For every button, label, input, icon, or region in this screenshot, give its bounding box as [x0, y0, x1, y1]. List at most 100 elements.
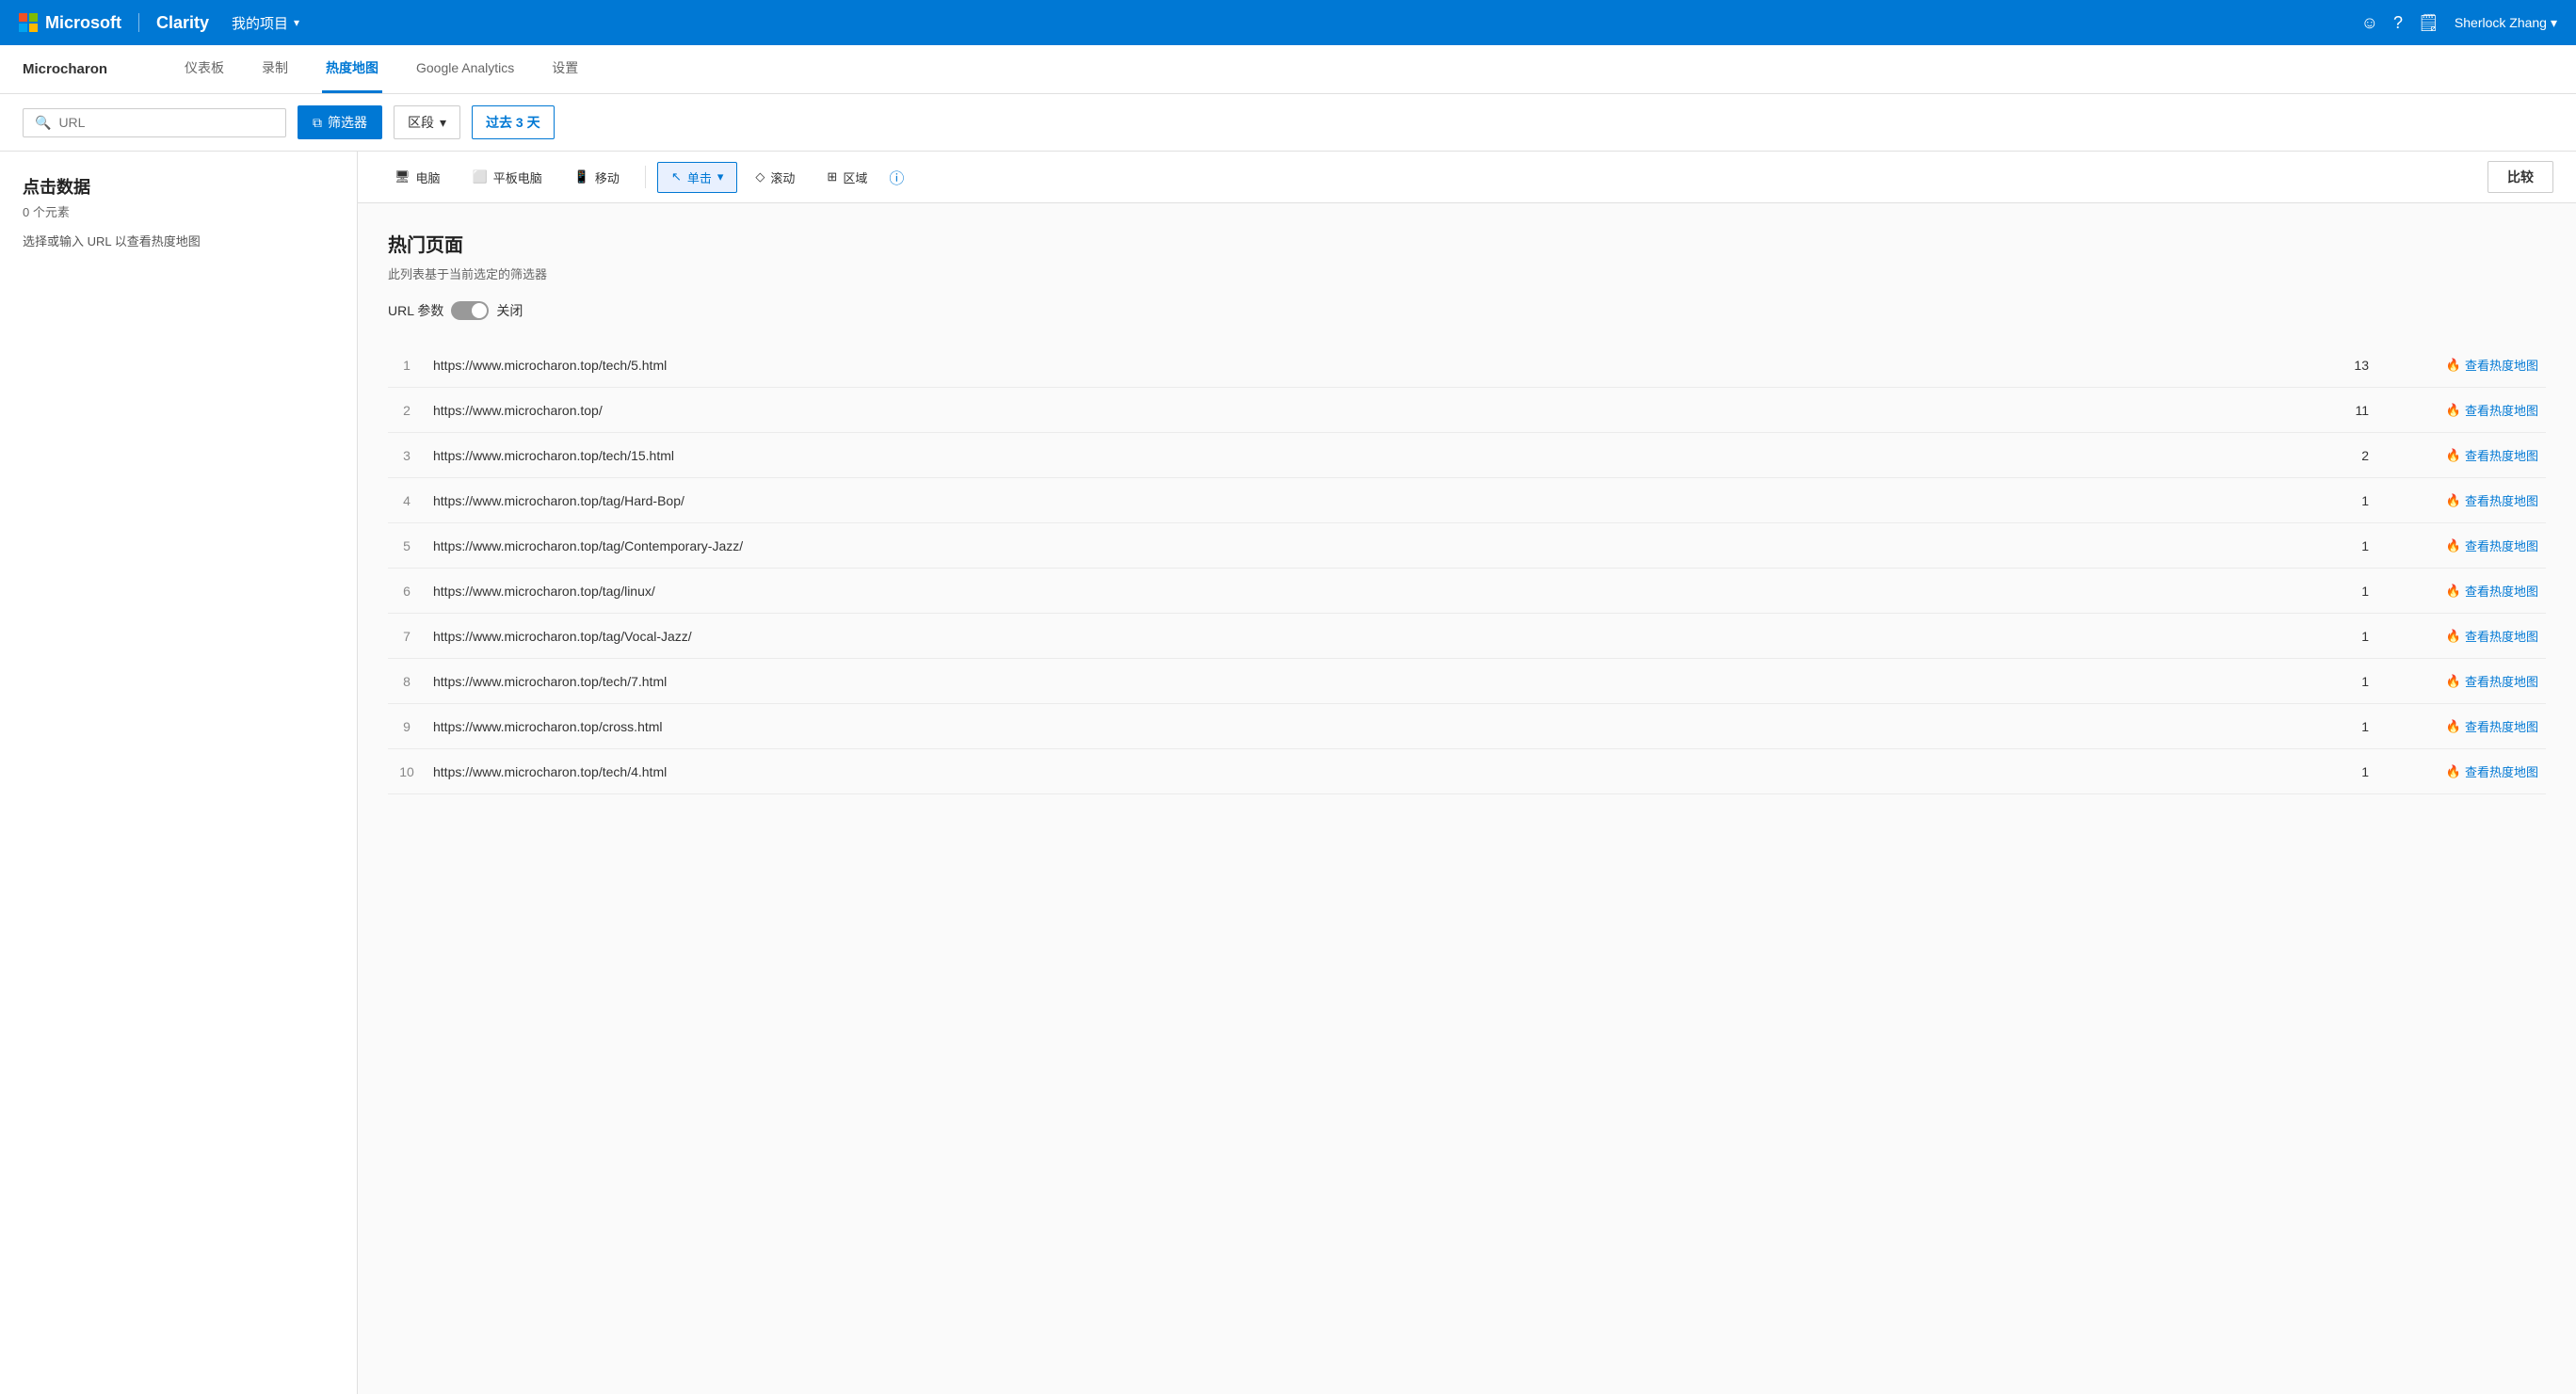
segment-chevron-icon: ▾ — [440, 115, 446, 131]
view-heatmap-label: 查看热度地图 — [2465, 627, 2538, 645]
row-view-heatmap[interactable]: 🔥 查看热度地图 — [2376, 478, 2546, 523]
device-desktop-label: 电脑 — [416, 168, 441, 186]
url-params-toggle[interactable] — [451, 301, 489, 320]
view-heatmap-link[interactable]: 🔥 查看热度地图 — [2384, 582, 2538, 600]
row-url[interactable]: https://www.microcharon.top/tech/5.html — [426, 343, 2301, 388]
view-heatmap-label: 查看热度地图 — [2465, 537, 2538, 554]
section-subtitle: 此列表基于当前选定的筛选器 — [388, 264, 2546, 282]
device-mobile-label: 移动 — [595, 168, 620, 186]
row-count: 13 — [2301, 343, 2376, 388]
row-url[interactable]: https://www.microcharon.top/tech/15.html — [426, 433, 2301, 478]
row-view-heatmap[interactable]: 🔥 查看热度地图 — [2376, 388, 2546, 433]
row-url[interactable]: https://www.microcharon.top/ — [426, 388, 2301, 433]
row-view-heatmap[interactable]: 🔥 查看热度地图 — [2376, 704, 2546, 749]
row-count: 1 — [2301, 478, 2376, 523]
row-view-heatmap[interactable]: 🔥 查看热度地图 — [2376, 523, 2546, 569]
table-row: 10 https://www.microcharon.top/tech/4.ht… — [388, 749, 2546, 794]
flame-icon: 🔥 — [2446, 538, 2461, 553]
device-mobile-button[interactable]: 📱 移动 — [560, 162, 634, 193]
view-heatmap-label: 查看热度地图 — [2465, 582, 2538, 600]
view-heatmap-link[interactable]: 🔥 查看热度地图 — [2384, 401, 2538, 419]
view-heatmap-link[interactable]: 🔥 查看热度地图 — [2384, 762, 2538, 780]
row-view-heatmap[interactable]: 🔥 查看热度地图 — [2376, 343, 2546, 388]
row-view-heatmap[interactable]: 🔥 查看热度地图 — [2376, 749, 2546, 794]
table-row: 7 https://www.microcharon.top/tag/Vocal-… — [388, 614, 2546, 659]
view-heatmap-link[interactable]: 🔥 查看热度地图 — [2384, 446, 2538, 464]
action-area-button[interactable]: ⊞ 区域 — [813, 162, 881, 193]
view-heatmap-link[interactable]: 🔥 查看热度地图 — [2384, 356, 2538, 374]
click-data-title: 点击数据 — [23, 174, 334, 199]
microsoft-text: Microsoft — [45, 13, 121, 33]
info-icon[interactable]: ⓘ — [889, 166, 904, 188]
segment-button[interactable]: 区段 ▾ — [394, 105, 460, 139]
url-table: 1 https://www.microcharon.top/tech/5.htm… — [388, 343, 2546, 794]
view-heatmap-link[interactable]: 🔥 查看热度地图 — [2384, 537, 2538, 554]
segment-btn-label: 区段 — [408, 113, 434, 132]
filter-button[interactable]: ⧉ 筛选器 — [298, 105, 382, 139]
project-label: 我的项目 — [232, 13, 288, 33]
smiley-icon[interactable]: ☺ — [2361, 13, 2378, 33]
tab-dashboard[interactable]: 仪表板 — [181, 45, 228, 93]
row-count: 1 — [2301, 569, 2376, 614]
view-heatmap-link[interactable]: 🔥 查看热度地图 — [2384, 717, 2538, 735]
microsoft-logo-icon — [19, 13, 38, 32]
document-icon[interactable]: 🗒 — [2418, 13, 2439, 33]
left-panel: 点击数据 0 个元素 选择或输入 URL 以查看热度地图 — [0, 152, 358, 1394]
url-search-input[interactable] — [58, 115, 274, 130]
row-url[interactable]: https://www.microcharon.top/tag/Vocal-Ja… — [426, 614, 2301, 659]
tab-recordings[interactable]: 录制 — [258, 45, 292, 93]
device-tablet-button[interactable]: ⬜ 平板电脑 — [459, 162, 556, 193]
view-heatmap-link[interactable]: 🔥 查看热度地图 — [2384, 672, 2538, 690]
row-count: 2 — [2301, 433, 2376, 478]
row-number: 7 — [388, 614, 426, 659]
row-count: 1 — [2301, 749, 2376, 794]
action-scroll-button[interactable]: ◇ 滚动 — [741, 162, 809, 193]
row-number: 9 — [388, 704, 426, 749]
row-url[interactable]: https://www.microcharon.top/tech/7.html — [426, 659, 2301, 704]
chevron-down-icon: ▾ — [294, 16, 299, 29]
row-url[interactable]: https://www.microcharon.top/tag/linux/ — [426, 569, 2301, 614]
row-count: 11 — [2301, 388, 2376, 433]
tab-heatmap[interactable]: 热度地图 — [322, 45, 382, 93]
url-params-label: URL 参数 — [388, 301, 443, 320]
compare-button[interactable]: 比较 — [2487, 161, 2553, 193]
area-icon: ⊞ — [827, 169, 837, 184]
row-view-heatmap[interactable]: 🔥 查看热度地图 — [2376, 569, 2546, 614]
search-icon: 🔍 — [35, 115, 51, 131]
sub-nav: Microcharon 仪表板 录制 热度地图 Google Analytics… — [0, 45, 2576, 94]
tab-google-analytics[interactable]: Google Analytics — [412, 45, 518, 93]
app-logo[interactable]: Microsoft Clarity — [19, 13, 209, 33]
flame-icon: 🔥 — [2446, 764, 2461, 779]
url-search-box[interactable]: 🔍 — [23, 108, 286, 137]
tab-settings[interactable]: 设置 — [548, 45, 582, 93]
device-desktop-button[interactable]: 🖥 电脑 — [380, 162, 455, 193]
date-range-button[interactable]: 过去 3 天 — [472, 105, 555, 139]
view-heatmap-label: 查看热度地图 — [2465, 672, 2538, 690]
action-area-label: 区域 — [843, 168, 867, 186]
logo-divider — [138, 13, 139, 32]
user-name[interactable]: Sherlock Zhang ▾ — [2455, 15, 2557, 31]
row-number: 5 — [388, 523, 426, 569]
row-view-heatmap[interactable]: 🔥 查看热度地图 — [2376, 614, 2546, 659]
row-url[interactable]: https://www.microcharon.top/tech/4.html — [426, 749, 2301, 794]
row-count: 1 — [2301, 523, 2376, 569]
row-url[interactable]: https://www.microcharon.top/tag/Hard-Bop… — [426, 478, 2301, 523]
action-click-button[interactable]: ↖ 单击 ▾ — [657, 162, 737, 193]
date-btn-label: 过去 3 天 — [486, 115, 540, 130]
tablet-icon: ⬜ — [473, 169, 488, 184]
row-number: 4 — [388, 478, 426, 523]
top-nav: Microsoft Clarity 我的项目 ▾ ☺ ? 🗒 Sherlock … — [0, 0, 2576, 45]
table-row: 8 https://www.microcharon.top/tech/7.htm… — [388, 659, 2546, 704]
view-heatmap-link[interactable]: 🔥 查看热度地图 — [2384, 627, 2538, 645]
row-view-heatmap[interactable]: 🔥 查看热度地图 — [2376, 433, 2546, 478]
table-row: 3 https://www.microcharon.top/tech/15.ht… — [388, 433, 2546, 478]
view-heatmap-link[interactable]: 🔥 查看热度地图 — [2384, 491, 2538, 509]
row-url[interactable]: https://www.microcharon.top/cross.html — [426, 704, 2301, 749]
filter-btn-label: 筛选器 — [328, 113, 367, 132]
help-icon[interactable]: ? — [2393, 13, 2403, 33]
row-number: 6 — [388, 569, 426, 614]
row-view-heatmap[interactable]: 🔥 查看热度地图 — [2376, 659, 2546, 704]
user-chevron-icon: ▾ — [2551, 15, 2557, 31]
project-selector[interactable]: 我的项目 ▾ — [232, 13, 299, 33]
row-url[interactable]: https://www.microcharon.top/tag/Contempo… — [426, 523, 2301, 569]
